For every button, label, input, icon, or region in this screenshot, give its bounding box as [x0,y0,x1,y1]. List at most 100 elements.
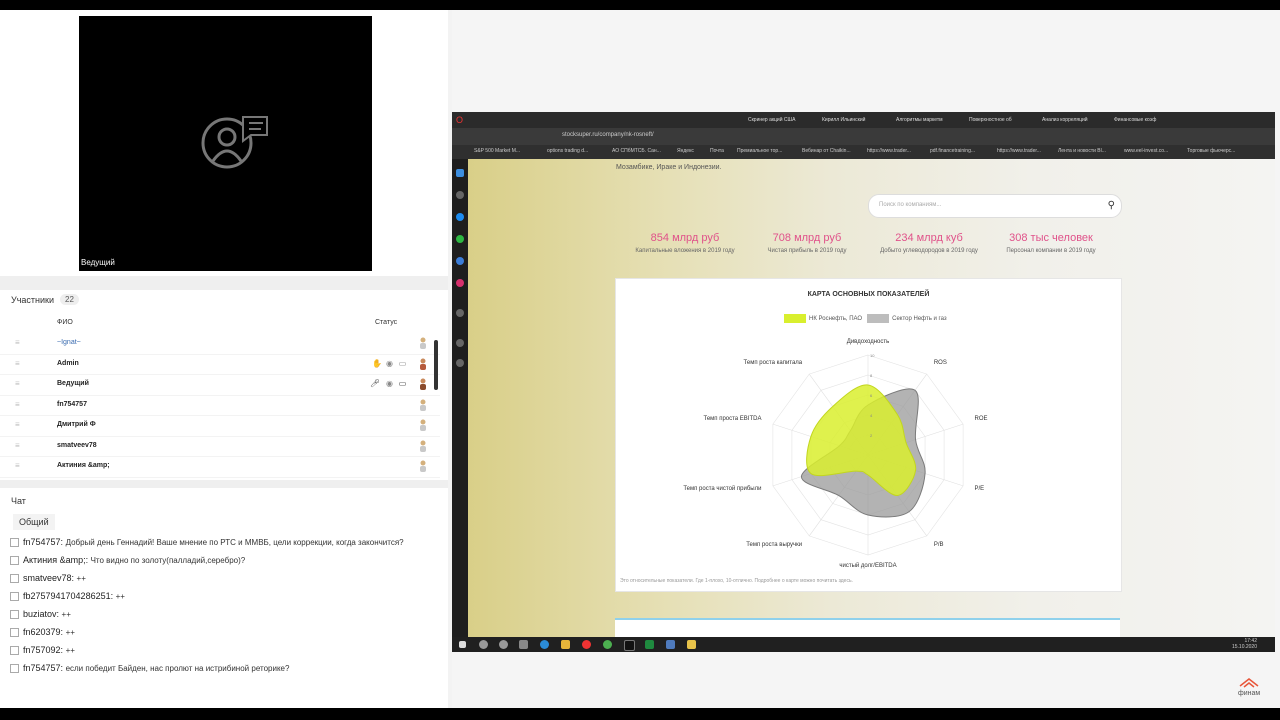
drag-handle-icon[interactable]: ≡ [15,380,21,388]
browser-tab[interactable]: Анализ корреляций [1042,115,1094,126]
opera-icon[interactable] [582,640,591,649]
chrome-icon[interactable] [603,640,612,649]
drag-handle-icon[interactable]: ≡ [15,400,21,408]
bottom-black-bar [0,708,1280,720]
browser-tab[interactable]: Кирилл Ильинский [822,115,874,126]
bookmark-item[interactable]: АО СПбМТСБ. Сан... [612,148,661,154]
cortana-icon[interactable] [499,640,508,649]
browser-sidebar [452,159,468,637]
participant-row[interactable]: ≡ ~Ignat~ [0,334,440,355]
camera-icon[interactable]: ◉ [385,379,394,389]
browser-tab[interactable]: Алгоритмы маркетм [896,115,948,126]
user-avatar-icon [420,399,426,411]
chart-legend: НК Роснефть, ПАО Сектор Нефть и газ [784,314,947,323]
bookmark-item[interactable]: https://www.trader... [997,148,1041,154]
search-placeholder: Поиск по компаниям... [879,202,942,208]
edge-icon[interactable] [540,640,549,649]
sidebar-app-icon[interactable] [456,169,464,177]
chat-tab-general[interactable]: Общий [13,514,55,530]
drag-handle-icon[interactable]: ≡ [15,339,21,347]
footnote: Это относительные показатели. Где 1-плох… [620,578,853,584]
participants-header: ФИО Статус [0,316,440,332]
axis-label: Темп роста чистой прибыли [683,485,762,492]
participants-scrollbar[interactable] [434,340,438,390]
participant-row[interactable]: ≡ fn754757 [0,396,440,416]
bookmark-item[interactable]: pdf.financetraining... [930,148,975,154]
url-text[interactable]: stocksuper.ru/company/nk-rosneft/ [562,132,654,138]
bookmark-item[interactable]: www.eel-invest.co... [1124,148,1168,154]
participant-row[interactable]: ≡ Admin ✋ ◉ ▭ [0,355,440,375]
axis-label: Дивдоходность [846,339,890,345]
bookmark-item[interactable]: options trading d... [547,148,588,154]
bookmark-item[interactable]: Торговые фьючерс... [1187,148,1235,154]
legend-label[interactable]: Сектор Нефть и газ [892,316,947,322]
app-icon[interactable] [666,640,675,649]
microphone-icon[interactable]: 🎤︎ [370,379,380,389]
browser-tab[interactable]: Скринер акций США [748,115,800,126]
search-input[interactable]: Поиск по компаниям... ⚲ [868,194,1122,218]
column-name: ФИО [57,319,73,326]
taskbar-clock[interactable]: 17:42 15.10.2020 [1232,638,1257,650]
bookmark-item[interactable]: https://www.trader... [867,148,911,154]
user-avatar-icon [420,337,426,349]
finam-logo-icon [1239,678,1259,688]
browser-tab[interactable]: Поверхностное об [969,115,1021,126]
chat-message: fn620379: ++ [10,626,430,639]
instagram-icon[interactable] [456,279,464,287]
windows-taskbar: 17:42 15.10.2020 [452,637,1275,652]
messenger-icon[interactable] [456,213,464,221]
browser-tab[interactable]: Финансовые коэф [1114,115,1166,126]
search-icon[interactable] [479,640,488,649]
screen-icon[interactable]: ▭ [398,359,407,369]
bookmark-item[interactable]: Вебинар от Chaikin... [802,148,851,154]
webpage: Мозамбике, Ираке и Индонезии. Поиск по к… [468,159,1275,639]
chat-message: fn757092: ++ [10,644,430,657]
axis-label: чистый долг/EBITDA [839,563,897,569]
sidebar-heart-icon[interactable] [456,339,464,347]
presenter-video[interactable]: Ведущий [79,16,372,271]
excel-icon[interactable] [645,640,654,649]
axis-label: P/E [974,485,985,492]
axis-label: Темп роста капитала [743,360,803,367]
hand-icon[interactable]: ✋ [372,359,382,369]
terminal-icon[interactable] [624,640,635,651]
bookmark-item[interactable]: Лента и новости Bl... [1058,148,1106,154]
conference-panel: Ведущий Участники 22 ФИО Статус ≡ ~Ignat… [0,10,448,708]
bookmark-item[interactable]: S&P 500 Market M... [474,148,520,154]
sidebar-home-icon[interactable] [456,191,464,199]
explorer-icon[interactable] [561,640,570,649]
sidebar-send-icon[interactable] [456,309,464,317]
bookmark-item[interactable]: Почта [710,148,724,154]
participant-row[interactable]: ≡ Дмитрий Ф [0,416,440,437]
drag-handle-icon[interactable]: ≡ [15,421,21,429]
bookmark-item[interactable]: Премиальное тор... [737,148,782,154]
sidebar-clock-icon[interactable] [456,359,464,367]
app-icon[interactable] [687,640,696,649]
search-icon[interactable]: ⚲ [1108,200,1115,211]
next-card [615,618,1120,639]
participant-row[interactable]: ≡ Актиния &amp; [0,457,440,478]
participant-row[interactable]: ≡ Ведущий 🎤︎ ◉ ▭ [0,375,440,396]
stat-block: 234 млрд куб Добыто углеводородов в 2019 … [880,232,978,254]
indicators-card: КАРТА ОСНОВНЫХ ПОКАЗАТЕЛЕЙ НК Роснефть, … [615,278,1122,592]
user-avatar-icon [420,419,426,431]
participant-row[interactable]: ≡ smatveev78 [0,437,440,457]
whatsapp-icon[interactable] [456,235,464,243]
task-view-icon[interactable] [519,640,528,649]
screen-icon[interactable]: ▭ [398,379,407,389]
legend-label[interactable]: НК Роснефть, ПАО [809,316,862,322]
drag-handle-icon[interactable]: ≡ [15,359,21,367]
axis-label: ROE [974,416,988,423]
stat-block: 708 млрд руб Чистая прибыль в 2019 году [767,232,847,254]
participant-name: Ведущий [57,380,89,387]
drag-handle-icon[interactable]: ≡ [15,441,21,449]
windows-start-icon[interactable] [459,641,466,648]
vk-icon[interactable] [456,257,464,265]
bookmark-item[interactable]: Яндекс [677,148,694,154]
intro-text: Мозамбике, Ираке и Индонезии. [616,164,722,171]
drag-handle-icon[interactable]: ≡ [15,462,21,470]
participants-count-badge: 22 [60,294,79,305]
address-bar[interactable]: stocksuper.ru/company/nk-rosneft/ [452,128,1275,145]
camera-icon[interactable]: ◉ [385,359,394,369]
opera-icon[interactable]: O [456,115,466,126]
